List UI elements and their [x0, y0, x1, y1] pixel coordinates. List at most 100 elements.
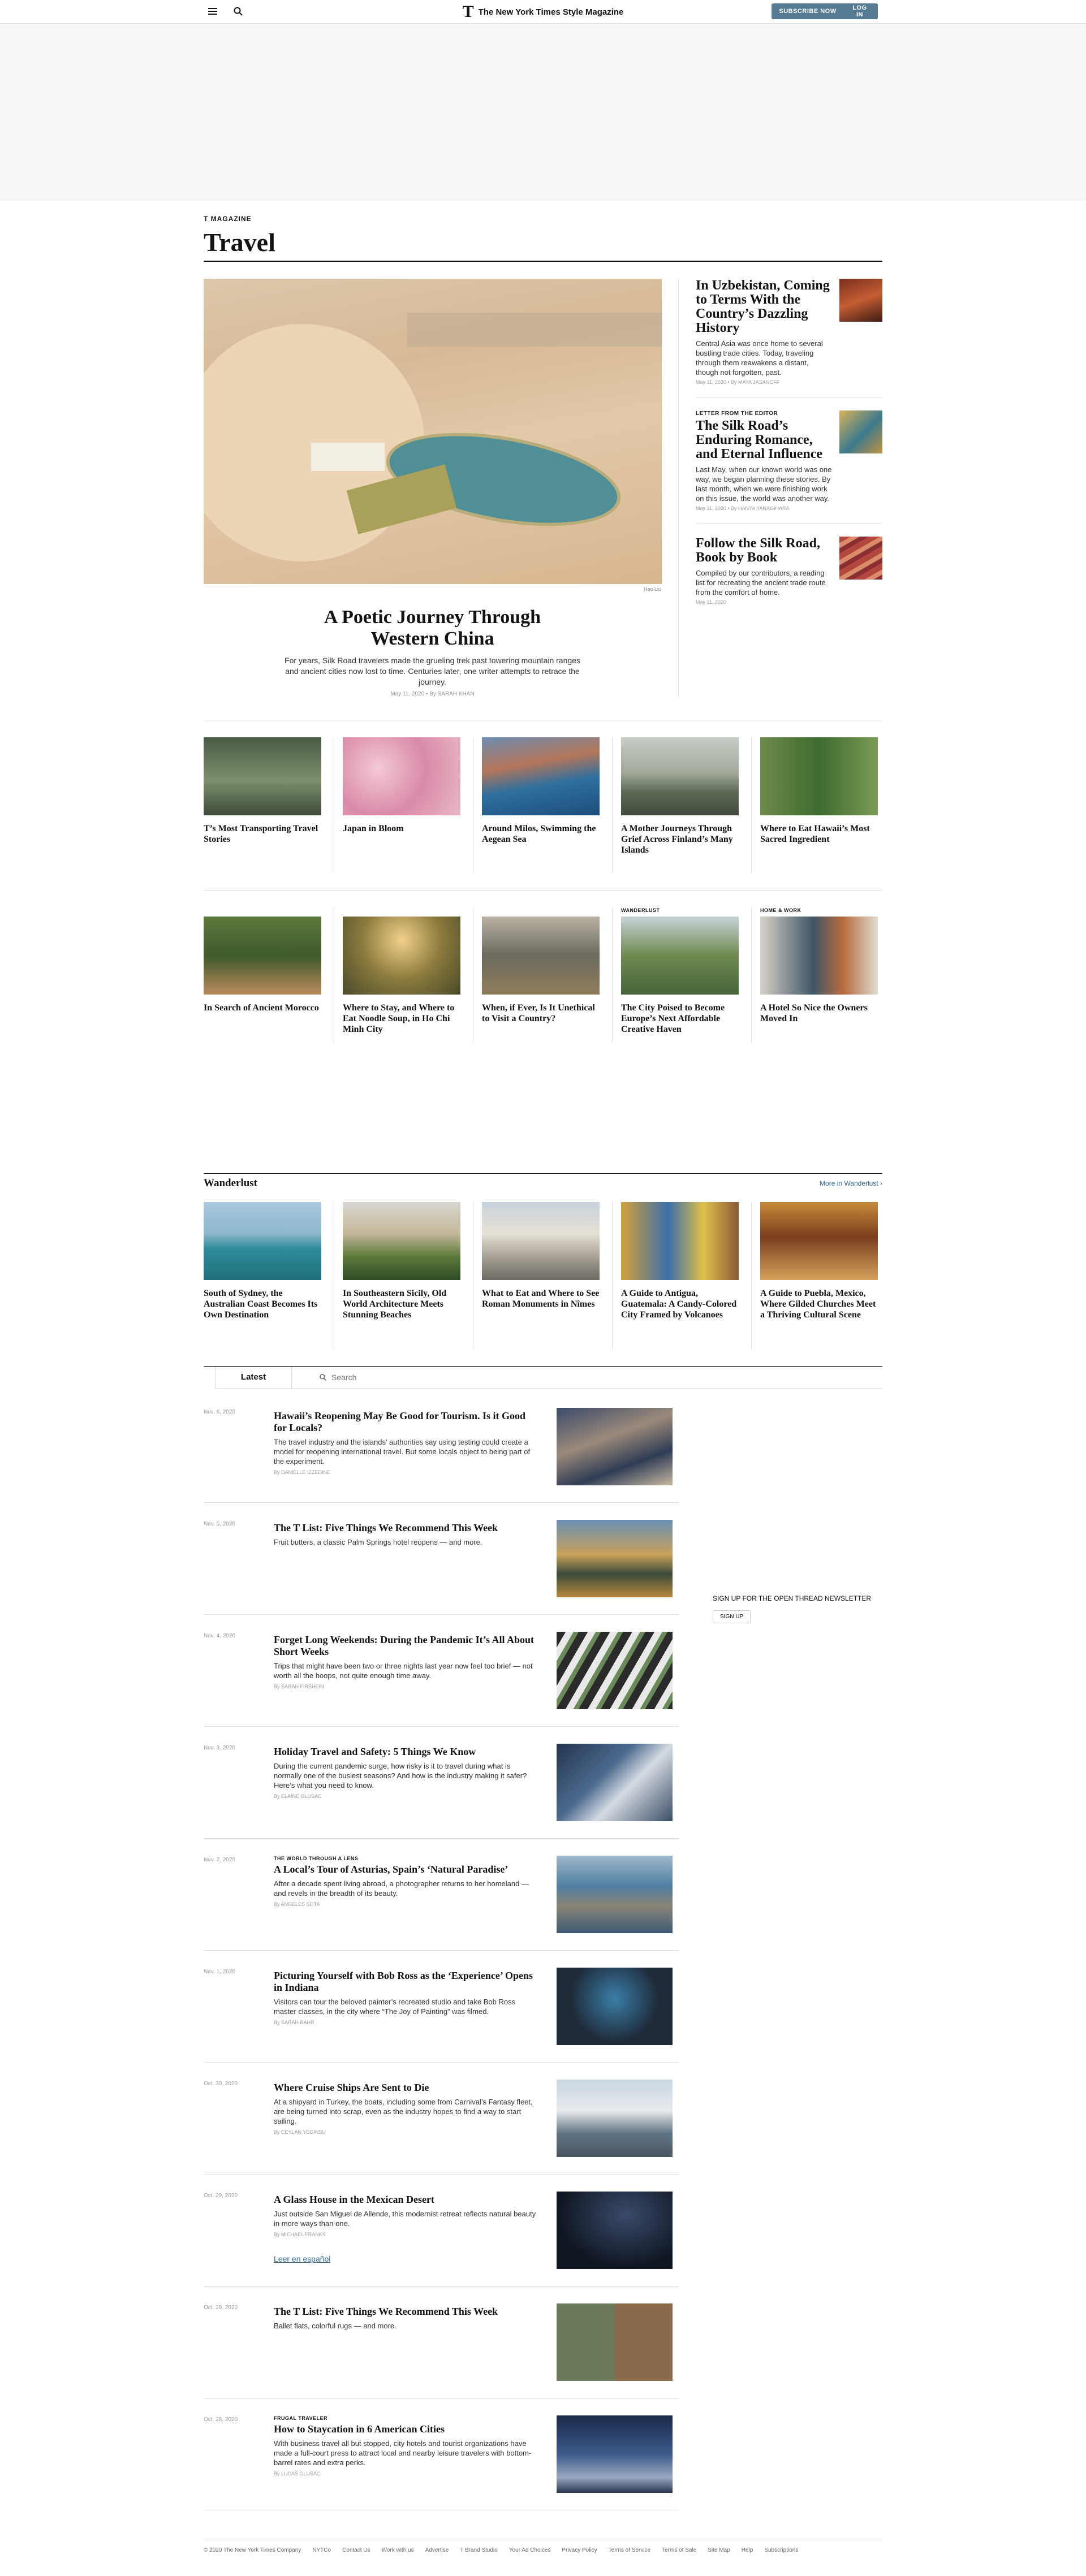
- stream-story[interactable]: Nov. 4, 2020 Forget Long Weekends: Durin…: [204, 1632, 679, 1727]
- story-card[interactable]: HOME & WORK A Hotel So Nice the Owners M…: [752, 907, 882, 1043]
- story-thumbnail[interactable]: [343, 917, 460, 995]
- story-card[interactable]: Where to Eat Hawaii’s Most Sacred Ingred…: [752, 737, 882, 873]
- story-card[interactable]: In Search of Ancient Morocco: [204, 907, 334, 1043]
- side-headline[interactable]: Follow the Silk Road, Book by Book: [696, 537, 833, 565]
- side-story[interactable]: LETTER FROM THE EDITOR The Silk Road’s E…: [696, 410, 882, 524]
- footer-link[interactable]: Site Map: [708, 2547, 730, 2553]
- story-image[interactable]: [557, 1968, 673, 2045]
- side-thumbnail[interactable]: [839, 410, 882, 453]
- story-headline[interactable]: Where Cruise Ships Are Sent to Die: [274, 2082, 540, 2094]
- footer-link[interactable]: Help: [742, 2547, 753, 2553]
- story-card[interactable]: What to Eat and Where to See Roman Monum…: [473, 1202, 613, 1349]
- story-headline[interactable]: South of Sydney, the Australian Coast Be…: [204, 1288, 325, 1320]
- stream-story[interactable]: Nov. 2, 2020 THE WORLD THROUGH A LENS A …: [204, 1856, 679, 1951]
- story-thumbnail[interactable]: [343, 737, 460, 815]
- story-headline[interactable]: In Southeastern Sicily, Old World Archit…: [343, 1288, 464, 1320]
- story-headline[interactable]: Where to Eat Hawaii’s Most Sacred Ingred…: [760, 823, 882, 845]
- search-icon[interactable]: [233, 6, 243, 16]
- stream-story[interactable]: Oct. 29, 2020 A Glass House in the Mexic…: [204, 2192, 679, 2287]
- story-image[interactable]: [557, 2303, 673, 2381]
- story-thumbnail[interactable]: [760, 917, 878, 995]
- story-thumbnail[interactable]: [343, 1202, 460, 1280]
- story-card[interactable]: Japan in Bloom: [334, 737, 473, 873]
- story-thumbnail[interactable]: [760, 737, 878, 815]
- story-headline[interactable]: Around Milos, Swimming the Aegean Sea: [482, 823, 604, 845]
- story-headline[interactable]: Forget Long Weekends: During the Pandemi…: [274, 1634, 540, 1658]
- footer-link[interactable]: Contact Us: [342, 2547, 370, 2553]
- story-thumbnail[interactable]: [204, 737, 321, 815]
- story-headline[interactable]: A Guide to Puebla, Mexico, Where Gilded …: [760, 1288, 882, 1320]
- story-image[interactable]: [557, 1744, 673, 1821]
- more-in-wanderlust-link[interactable]: More in Wanderlust ›: [820, 1179, 882, 1187]
- hamburger-menu-icon[interactable]: [208, 8, 217, 16]
- story-headline[interactable]: When, if Ever, Is It Unethical to Visit …: [482, 1002, 604, 1024]
- story-thumbnail[interactable]: [621, 1202, 739, 1280]
- side-thumbnail[interactable]: [839, 537, 882, 580]
- story-headline[interactable]: A Local’s Tour of Asturias, Spain’s ‘Nat…: [274, 1864, 540, 1875]
- story-thumbnail[interactable]: [621, 737, 739, 815]
- login-button[interactable]: LOG IN: [842, 3, 878, 19]
- wanderlust-title[interactable]: Wanderlust: [204, 1177, 257, 1190]
- story-headline[interactable]: A Glass House in the Mexican Desert: [274, 2194, 540, 2206]
- story-headline[interactable]: A Hotel So Nice the Owners Moved In: [760, 1002, 882, 1024]
- story-image[interactable]: [557, 1520, 673, 1597]
- stream-story[interactable]: Oct. 29, 2020 The T List: Five Things We…: [204, 2303, 679, 2398]
- story-card[interactable]: Around Milos, Swimming the Aegean Sea: [473, 737, 613, 873]
- story-headline[interactable]: A Mother Journeys Through Grief Across F…: [621, 823, 743, 855]
- footer-link[interactable]: Subscriptions: [764, 2547, 798, 2553]
- story-card[interactable]: WANDERLUST The City Poised to Become Eur…: [613, 907, 752, 1043]
- story-image[interactable]: [557, 1408, 673, 1485]
- stream-story[interactable]: Oct. 30, 2020 Where Cruise Ships Are Sen…: [204, 2080, 679, 2175]
- story-thumbnail[interactable]: [760, 1202, 878, 1280]
- story-headline[interactable]: Holiday Travel and Safety: 5 Things We K…: [274, 1746, 540, 1758]
- story-card[interactable]: Where to Stay, and Where to Eat Noodle S…: [334, 907, 473, 1043]
- story-headline[interactable]: The T List: Five Things We Recommend Thi…: [274, 1522, 540, 1534]
- story-thumbnail[interactable]: [621, 917, 739, 995]
- story-thumbnail[interactable]: [204, 1202, 321, 1280]
- side-thumbnail[interactable]: [839, 279, 882, 322]
- story-headline[interactable]: How to Staycation in 6 American Cities: [274, 2423, 540, 2435]
- story-image[interactable]: [557, 1856, 673, 1933]
- tab-latest[interactable]: Latest: [215, 1367, 292, 1389]
- story-headline[interactable]: Japan in Bloom: [343, 823, 464, 834]
- stream-story[interactable]: Nov. 1, 2020 Picturing Yourself with Bob…: [204, 1968, 679, 2063]
- brand-logo[interactable]: T The New York Times Style Magazine: [463, 3, 624, 20]
- lead-image[interactable]: [204, 279, 662, 584]
- story-headline[interactable]: What to Eat and Where to See Roman Monum…: [482, 1288, 604, 1309]
- story-image[interactable]: [557, 2192, 673, 2269]
- story-headline[interactable]: In Search of Ancient Morocco: [204, 1002, 325, 1013]
- footer-link[interactable]: T Brand Studio: [460, 2547, 498, 2553]
- story-image[interactable]: [557, 2080, 673, 2157]
- side-headline[interactable]: In Uzbekistan, Coming to Terms With the …: [696, 279, 833, 335]
- footer-link[interactable]: Privacy Policy: [562, 2547, 597, 2553]
- story-headline[interactable]: Picturing Yourself with Bob Ross as the …: [274, 1970, 540, 1994]
- story-card[interactable]: In Southeastern Sicily, Old World Archit…: [334, 1202, 473, 1349]
- story-card[interactable]: When, if Ever, Is It Unethical to Visit …: [473, 907, 613, 1043]
- story-headline[interactable]: The T List: Five Things We Recommend Thi…: [274, 2306, 540, 2318]
- story-card[interactable]: South of Sydney, the Australian Coast Be…: [204, 1202, 334, 1349]
- side-story[interactable]: In Uzbekistan, Coming to Terms With the …: [696, 279, 882, 398]
- story-card[interactable]: A Mother Journeys Through Grief Across F…: [613, 737, 752, 873]
- footer-link[interactable]: Your Ad Choices: [509, 2547, 551, 2553]
- story-card[interactable]: T’s Most Transporting Travel Stories: [204, 737, 334, 873]
- subscribe-button[interactable]: SUBSCRIBE NOW: [772, 3, 844, 19]
- story-image[interactable]: [557, 1632, 673, 1709]
- section-kicker[interactable]: T MAGAZINE: [204, 215, 882, 223]
- story-thumbnail[interactable]: [482, 737, 600, 815]
- footer-link[interactable]: Advertise: [425, 2547, 449, 2553]
- story-card[interactable]: A Guide to Antigua, Guatemala: A Candy-C…: [613, 1202, 752, 1349]
- side-headline[interactable]: The Silk Road’s Enduring Romance, and Et…: [696, 419, 833, 461]
- story-image[interactable]: [557, 2415, 673, 2493]
- footer-link[interactable]: Work with us: [382, 2547, 414, 2553]
- read-in-spanish-link[interactable]: Leer en español: [274, 2254, 540, 2263]
- footer-link[interactable]: NYTCo: [312, 2547, 331, 2553]
- newsletter-signup-button[interactable]: SIGN UP: [713, 1610, 751, 1623]
- story-headline[interactable]: A Guide to Antigua, Guatemala: A Candy-C…: [621, 1288, 743, 1320]
- search-input[interactable]: [331, 1373, 558, 1382]
- stream-story[interactable]: Oct. 28, 2020 FRUGAL TRAVELER How to Sta…: [204, 2415, 679, 2510]
- side-story[interactable]: Follow the Silk Road, Book by Book Compi…: [696, 537, 882, 617]
- stream-story[interactable]: Nov. 6, 2020 Hawaii’s Reopening May Be G…: [204, 1408, 679, 1503]
- footer-link[interactable]: Terms of Sale: [662, 2547, 696, 2553]
- story-thumbnail[interactable]: [482, 917, 600, 995]
- story-headline[interactable]: Where to Stay, and Where to Eat Noodle S…: [343, 1002, 464, 1035]
